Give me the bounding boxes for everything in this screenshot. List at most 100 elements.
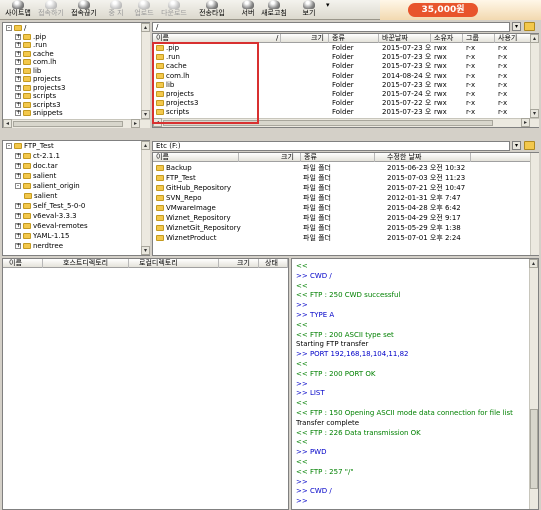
local-folder-up-icon[interactable] [524,141,535,150]
col-status[interactable]: 상태 [259,259,288,268]
table-row[interactable]: GitHub_Repository 파일 폴더 2015-07-21 오전 10:4… [153,184,529,193]
table-row[interactable]: WiznetGit_Repository 파일 폴더 2015-05-29 오후 1… [153,224,529,233]
remote-list-vscroll[interactable]: ▴ ▾ [530,34,539,118]
tree-item[interactable]: + projects3 [15,84,65,92]
local-list-vscroll[interactable] [530,153,539,255]
expand-toggle-icon[interactable]: + [15,153,21,159]
tree-item[interactable]: + nerdtree [15,242,63,250]
tree-item[interactable]: - salient_origin [15,182,80,190]
ad-banner[interactable]: 35,000원 [380,0,541,20]
expand-toggle-icon[interactable]: + [15,101,21,108]
scroll-thumb[interactable] [530,409,538,489]
local-tree-vscroll[interactable]: ▴ ▾ [141,141,150,255]
tree-item[interactable]: + doc.tar [15,162,58,170]
scroll-up-icon[interactable]: ▴ [141,23,150,32]
expand-toggle-icon[interactable]: - [6,143,12,149]
local-path-field[interactable]: Etc (F:) [152,141,510,151]
expand-toggle-icon[interactable]: + [15,243,21,249]
toolbar-overflow-icon[interactable]: ▾ [326,0,334,20]
remote-tree-hscroll[interactable]: ◂ ▸ [3,119,150,128]
col-owner[interactable]: 소유자 [431,34,463,43]
expand-toggle-icon[interactable]: + [15,203,21,209]
scroll-right-icon[interactable]: ▸ [131,119,140,128]
tree-item[interactable]: + com.lh [15,58,57,66]
expand-toggle-icon[interactable]: - [15,183,21,189]
table-row[interactable]: WiznetProduct 파일 폴더 2015-07-01 오후 2:24 [153,234,529,243]
splitter[interactable] [0,130,541,140]
col-date[interactable]: 바꾼날짜 [379,34,431,43]
tree-item[interactable]: + lib [15,67,41,75]
scroll-down-icon[interactable]: ▾ [530,109,539,118]
scroll-up-icon[interactable]: ▴ [529,259,538,268]
tree-item[interactable]: + v6eval-3.3.3 [15,212,77,220]
expand-toggle-icon[interactable]: + [15,213,21,219]
scroll-up-icon[interactable]: ▴ [141,141,150,150]
tree-item[interactable]: + scripts3 [15,101,61,109]
col-modified[interactable]: 수정한 날짜 [375,153,471,162]
table-row[interactable]: Wiznet_Repository 파일 폴더 2015-04-29 오전 9:17 [153,214,529,223]
toolbar-button-9[interactable]: 보기 [293,0,325,20]
tree-item[interactable]: + salient [15,172,56,180]
col-group[interactable]: 그룹 [463,34,495,43]
toolbar-button-8[interactable]: 새로고침 [258,0,290,20]
col-host-dir[interactable]: 호스트디렉토리 [43,259,129,268]
log-vscroll[interactable]: ▴ [529,259,538,509]
col-other[interactable]: 사용기 [495,34,531,43]
col-size[interactable]: 크기 [219,259,259,268]
tree-item[interactable]: - FTP_Test [6,142,54,150]
remote-path-dropdown-icon[interactable]: ▾ [512,22,521,31]
tree-item[interactable]: + ct-2.1.1 [15,152,60,160]
scroll-down-icon[interactable]: ▾ [141,246,150,255]
tree-item[interactable]: + .pip [15,33,46,41]
expand-toggle-icon[interactable]: + [15,233,21,239]
toolbar-button-4[interactable]: 업로드 [128,0,160,20]
expand-toggle-icon[interactable]: + [15,173,21,179]
scroll-right-icon[interactable]: ▸ [521,118,530,127]
tree-item[interactable]: - / [6,24,26,32]
table-row[interactable]: SVN_Repo 파일 폴더 2012-01-31 오후 7:47 [153,194,529,203]
tree-item[interactable]: + scripts [15,92,56,100]
expand-toggle-icon[interactable]: + [15,59,21,65]
tree-item[interactable]: + YAML-1.15 [15,232,69,240]
local-path-dropdown-icon[interactable]: ▾ [512,141,521,150]
col-name[interactable]: 이름 [3,259,43,268]
tree-item[interactable]: + snippets [15,109,63,117]
toolbar-button-5[interactable]: 다운로드 [158,0,190,20]
table-row[interactable]: Backup 파일 폴더 2015-06-23 오전 10:32 [153,164,529,173]
expand-toggle-icon[interactable]: + [15,93,21,99]
expand-toggle-icon[interactable]: + [15,223,21,229]
toolbar-button-0[interactable]: 사이트맵 [2,0,34,20]
col-size[interactable]: 크기 [239,153,301,162]
table-row[interactable]: VMwareImage 파일 폴더 2015-04-28 오후 6:42 [153,204,529,213]
expand-toggle-icon[interactable]: + [15,33,21,40]
tree-item[interactable]: + projects [15,75,61,83]
scroll-down-icon[interactable]: ▾ [141,110,150,119]
tree-item[interactable]: salient [24,192,57,200]
toolbar-button-1[interactable]: 접속하기 [35,0,67,20]
expand-toggle-icon[interactable]: + [15,163,21,169]
expand-toggle-icon[interactable]: + [15,42,21,48]
expand-toggle-icon[interactable]: + [15,84,21,91]
scroll-left-icon[interactable]: ◂ [3,119,12,128]
toolbar-button-6[interactable]: 전송타입 [194,0,230,20]
remote-path-field[interactable]: / [152,22,510,32]
col-name[interactable]: 이름 [153,153,239,162]
remote-folder-up-icon[interactable] [524,22,535,31]
table-row[interactable]: FTP_Test 파일 폴더 2015-07-03 오전 11:23 [153,174,529,183]
tree-item[interactable]: + cache [15,50,54,58]
scroll-thumb[interactable] [13,121,123,127]
col-type[interactable]: 종류 [329,34,379,43]
col-local-dir[interactable]: 로컬디렉토리 [129,259,219,268]
expand-toggle-icon[interactable]: + [15,110,21,116]
col-type[interactable]: 종류 [301,153,375,162]
tree-item[interactable]: + .run [15,41,47,49]
scroll-up-icon[interactable]: ▴ [530,34,539,43]
toolbar-button-2[interactable]: 접속끊기 [68,0,100,20]
expand-toggle-icon[interactable]: - [6,25,12,31]
expand-toggle-icon[interactable]: + [15,76,21,82]
expand-toggle-icon[interactable]: + [15,67,21,74]
tree-item[interactable]: + Self_Test_5-0-0 [15,202,85,210]
tree-item[interactable]: + v6eval-remotes [15,222,88,230]
col-size[interactable]: 크기 [281,34,329,43]
expand-toggle-icon[interactable]: + [15,50,21,57]
